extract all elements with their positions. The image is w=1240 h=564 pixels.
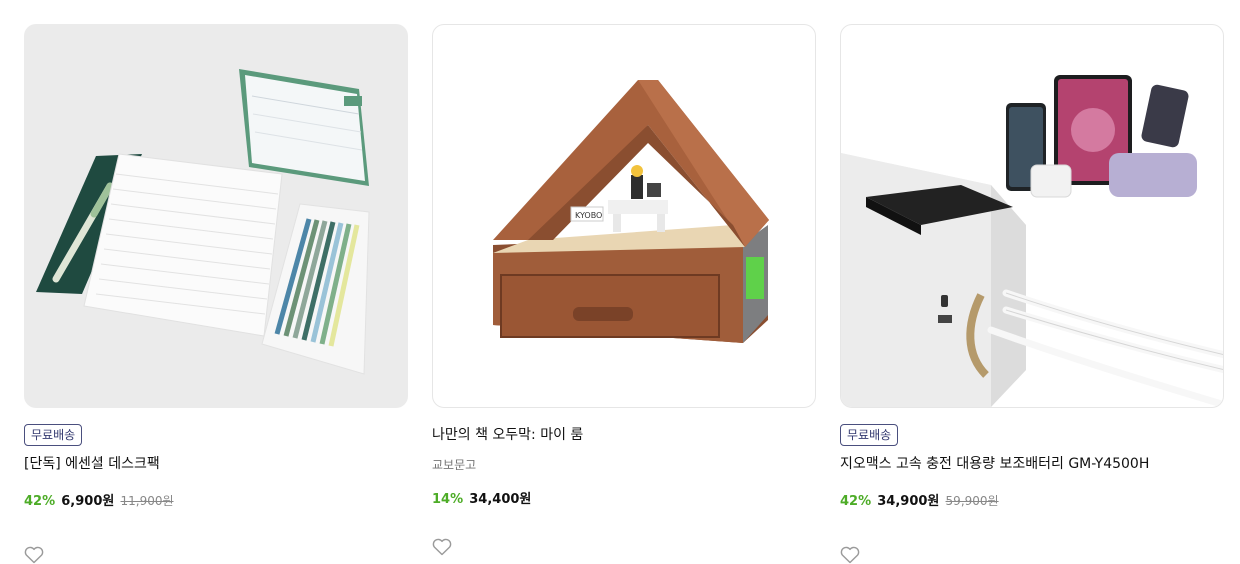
heart-icon[interactable] bbox=[432, 538, 452, 556]
discount-rate: 14% bbox=[432, 492, 464, 507]
publisher-name: 교보문고 bbox=[432, 458, 477, 472]
product-title[interactable]: 지오맥스 고속 충전 대용량 보조배터리 GM-Y4500H bbox=[840, 453, 1224, 473]
free-shipping-badge: 무료배송 bbox=[840, 424, 899, 446]
product-card[interactable]: KYOBO 나만의 책 오두막: 마이 룸 교보문고 14% 34,400원 bbox=[432, 24, 816, 556]
kyobo-sign: KYOBO bbox=[575, 211, 602, 220]
product-title[interactable]: [단독] 에센셜 데스크팩 bbox=[24, 453, 408, 473]
sale-price: 34,400원 bbox=[469, 492, 532, 507]
product-card[interactable]: 무료배송 [단독] 에센셜 데스크팩 42% 6,900원 11,900원 bbox=[24, 24, 408, 564]
discount-rate: 42% bbox=[840, 494, 872, 509]
original-price: 11,900원 bbox=[120, 494, 174, 508]
product-image[interactable]: KYOBO bbox=[432, 24, 816, 408]
heart-icon[interactable] bbox=[24, 546, 44, 564]
product-title[interactable]: 나만의 책 오두막: 마이 룸 bbox=[432, 424, 816, 444]
sale-price: 6,900원 bbox=[61, 494, 115, 509]
heart-icon[interactable] bbox=[840, 546, 860, 564]
original-price: 59,900원 bbox=[945, 494, 999, 508]
sale-price: 34,900원 bbox=[877, 494, 940, 509]
power-bank-illustration bbox=[841, 75, 1223, 407]
discount-rate: 42% bbox=[24, 494, 56, 509]
product-card[interactable]: 무료배송 지오맥스 고속 충전 대용량 보조배터리 GM-Y4500H 42% … bbox=[840, 24, 1224, 564]
lego-cabin-illustration: KYOBO bbox=[493, 80, 769, 343]
product-image[interactable] bbox=[840, 24, 1224, 408]
price-row: 42% 34,900원 59,900원 bbox=[840, 490, 1224, 509]
price-row: 42% 6,900원 11,900원 bbox=[24, 490, 408, 509]
price-row: 14% 34,400원 bbox=[432, 488, 816, 507]
free-shipping-badge: 무료배송 bbox=[24, 424, 83, 446]
desk-pack-illustration bbox=[36, 69, 370, 375]
product-image[interactable] bbox=[24, 24, 408, 408]
